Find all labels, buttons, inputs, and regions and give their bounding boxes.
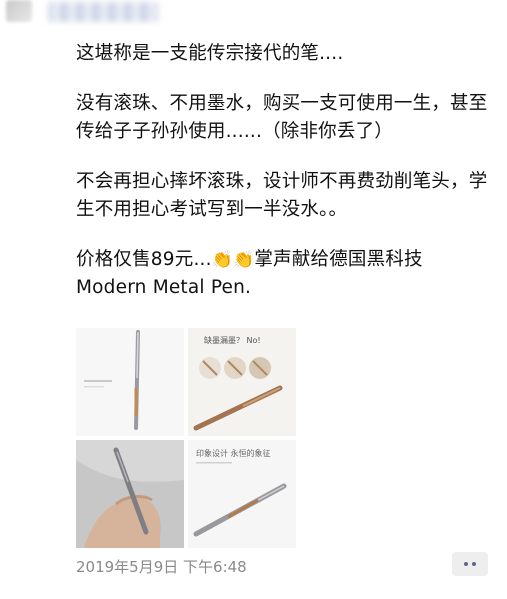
more-dots-icon (472, 562, 476, 566)
pen-design-image: 印象设计 永恒的象征 (193, 448, 287, 537)
image-thumbnail-4[interactable]: 印象设计 永恒的象征 (188, 440, 296, 548)
paragraph-1: 这堪称是一支能传宗接代的笔.... (76, 43, 344, 64)
more-dots-icon (464, 562, 468, 566)
image-4-caption: 印象设计 永恒的象征 (196, 448, 271, 458)
author-name[interactable] (48, 2, 158, 22)
paragraph-4: 价格仅售89元...👏👏掌声献给德国黑科技Modern Metal Pen. (76, 246, 491, 302)
image-grid: 缺墨漏墨？ No! 印象设计 永恒的象征 (76, 328, 296, 548)
paragraph-2: 没有滚珠、不用墨水，购买一支可使用一生，甚至传给子子孙孙使用......（除非你… (76, 93, 488, 142)
image-thumbnail-3[interactable] (76, 440, 184, 548)
paragraph-3: 不会再担心摔坏滚珠，设计师不再费劲削笔头，学生不用担心考试写到一半没水。。 (76, 171, 488, 220)
image-thumbnail-1[interactable] (76, 328, 184, 436)
image-2-title: 缺墨漏墨？ No! (204, 335, 261, 345)
post-text: 这堪称是一支能传宗接代的笔.... 没有滚珠、不用墨水，购买一支可使用一生，甚至… (76, 40, 491, 302)
avatar[interactable] (6, 0, 32, 22)
metal-pen-image (84, 330, 140, 430)
image-thumbnail-2[interactable]: 缺墨漏墨？ No! (188, 328, 296, 436)
post-timestamp: 2019年5月9日 下午6:48 (76, 558, 247, 576)
hand-writing-image (76, 440, 184, 548)
clap-emoji-icon: 👏👏 (211, 250, 255, 270)
pen-features-image: 缺墨漏墨？ No! (193, 335, 283, 431)
post-header (0, 0, 507, 40)
price-text: 价格仅售89元... (76, 249, 212, 270)
more-options-button[interactable] (452, 552, 488, 576)
